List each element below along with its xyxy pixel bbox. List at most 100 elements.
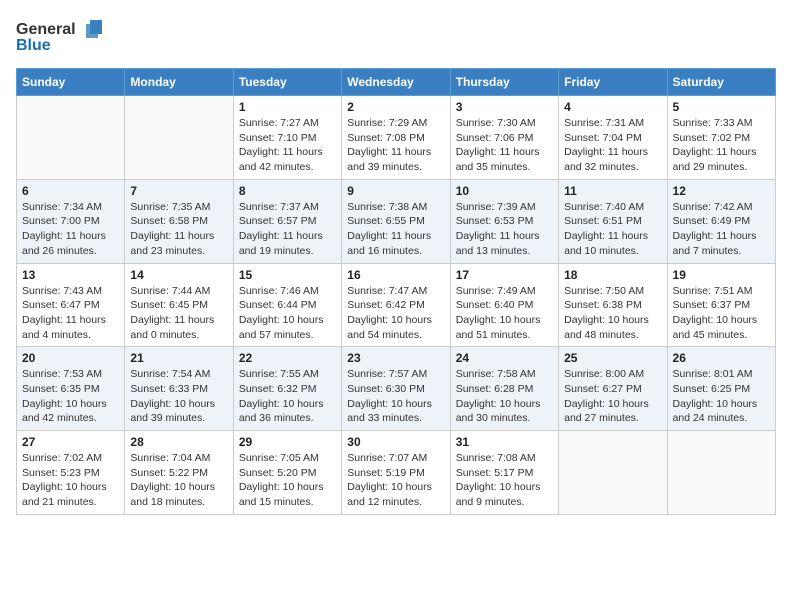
day-cell: 10 Sunrise: 7:39 AMSunset: 6:53 PMDayligh…	[450, 179, 558, 263]
day-info: Sunrise: 7:46 AMSunset: 6:44 PMDaylight:…	[239, 284, 336, 343]
logo-icon: General Blue	[16, 16, 106, 56]
day-number: 24	[456, 351, 553, 365]
day-info: Sunrise: 7:53 AMSunset: 6:35 PMDaylight:…	[22, 367, 119, 426]
day-number: 23	[347, 351, 444, 365]
day-number: 21	[130, 351, 227, 365]
day-number: 18	[564, 268, 661, 282]
day-cell: 2 Sunrise: 7:29 AMSunset: 7:08 PMDaylight…	[342, 96, 450, 180]
day-number: 7	[130, 184, 227, 198]
week-row-3: 13 Sunrise: 7:43 AMSunset: 6:47 PMDayligh…	[17, 263, 776, 347]
day-number: 12	[673, 184, 770, 198]
day-number: 16	[347, 268, 444, 282]
day-cell	[17, 96, 125, 180]
day-cell: 25Sunrise: 8:00 AMSunset: 6:27 PMDayligh…	[559, 347, 667, 431]
calendar-table: SundayMondayTuesdayWednesdayThursdayFrid…	[16, 68, 776, 515]
day-info: Sunrise: 7:50 AMSunset: 6:38 PMDaylight:…	[564, 284, 661, 343]
day-cell: 28Sunrise: 7:04 AMSunset: 5:22 PMDayligh…	[125, 431, 233, 515]
calendar-body: 1 Sunrise: 7:27 AMSunset: 7:10 PMDaylight…	[17, 96, 776, 515]
week-row-1: 1 Sunrise: 7:27 AMSunset: 7:10 PMDaylight…	[17, 96, 776, 180]
day-info: Sunrise: 8:01 AMSunset: 6:25 PMDaylight:…	[673, 367, 770, 426]
day-cell: 19Sunrise: 7:51 AMSunset: 6:37 PMDayligh…	[667, 263, 775, 347]
day-info: Sunrise: 7:49 AMSunset: 6:40 PMDaylight:…	[456, 284, 553, 343]
column-header-monday: Monday	[125, 69, 233, 96]
day-cell: 11 Sunrise: 7:40 AMSunset: 6:51 PMDayligh…	[559, 179, 667, 263]
day-info: Sunrise: 7:02 AMSunset: 5:23 PMDaylight:…	[22, 451, 119, 510]
day-info: Sunrise: 7:42 AMSunset: 6:49 PMDaylight:…	[673, 200, 770, 259]
day-cell: 27 Sunrise: 7:02 AMSunset: 5:23 PMDayligh…	[17, 431, 125, 515]
week-row-5: 27 Sunrise: 7:02 AMSunset: 5:23 PMDayligh…	[17, 431, 776, 515]
day-info: Sunrise: 7:34 AMSunset: 7:00 PMDaylight:…	[22, 200, 119, 259]
day-number: 29	[239, 435, 336, 449]
day-info: Sunrise: 7:31 AMSunset: 7:04 PMDaylight:…	[564, 116, 661, 175]
column-header-sunday: Sunday	[17, 69, 125, 96]
day-cell: 14 Sunrise: 7:44 AMSunset: 6:45 PMDayligh…	[125, 263, 233, 347]
column-header-tuesday: Tuesday	[233, 69, 341, 96]
day-cell: 5 Sunrise: 7:33 AMSunset: 7:02 PMDaylight…	[667, 96, 775, 180]
svg-text:General: General	[16, 21, 76, 38]
day-info: Sunrise: 7:07 AMSunset: 5:19 PMDaylight:…	[347, 451, 444, 510]
day-number: 14	[130, 268, 227, 282]
day-number: 13	[22, 268, 119, 282]
column-header-thursday: Thursday	[450, 69, 558, 96]
day-number: 26	[673, 351, 770, 365]
column-header-friday: Friday	[559, 69, 667, 96]
day-number: 30	[347, 435, 444, 449]
day-cell: 9Sunrise: 7:38 AMSunset: 6:55 PMDaylight…	[342, 179, 450, 263]
day-number: 11	[564, 184, 661, 198]
day-cell: 4 Sunrise: 7:31 AMSunset: 7:04 PMDaylight…	[559, 96, 667, 180]
day-cell	[125, 96, 233, 180]
day-number: 2	[347, 100, 444, 114]
week-row-4: 20 Sunrise: 7:53 AMSunset: 6:35 PMDayligh…	[17, 347, 776, 431]
day-number: 3	[456, 100, 553, 114]
day-info: Sunrise: 7:40 AMSunset: 6:51 PMDaylight:…	[564, 200, 661, 259]
day-info: Sunrise: 7:47 AMSunset: 6:42 PMDaylight:…	[347, 284, 444, 343]
day-number: 10	[456, 184, 553, 198]
day-cell: 26 Sunrise: 8:01 AMSunset: 6:25 PMDayligh…	[667, 347, 775, 431]
day-number: 1	[239, 100, 336, 114]
day-cell: 24Sunrise: 7:58 AMSunset: 6:28 PMDayligh…	[450, 347, 558, 431]
day-info: Sunrise: 7:05 AMSunset: 5:20 PMDaylight:…	[239, 451, 336, 510]
day-info: Sunrise: 7:55 AMSunset: 6:32 PMDaylight:…	[239, 367, 336, 426]
day-cell: 6 Sunrise: 7:34 AMSunset: 7:00 PMDaylight…	[17, 179, 125, 263]
day-cell: 20 Sunrise: 7:53 AMSunset: 6:35 PMDayligh…	[17, 347, 125, 431]
day-cell: 18 Sunrise: 7:50 AMSunset: 6:38 PMDayligh…	[559, 263, 667, 347]
day-info: Sunrise: 7:35 AMSunset: 6:58 PMDaylight:…	[130, 200, 227, 259]
day-number: 5	[673, 100, 770, 114]
day-number: 4	[564, 100, 661, 114]
week-row-2: 6 Sunrise: 7:34 AMSunset: 7:00 PMDaylight…	[17, 179, 776, 263]
day-info: Sunrise: 7:51 AMSunset: 6:37 PMDaylight:…	[673, 284, 770, 343]
day-info: Sunrise: 7:27 AMSunset: 7:10 PMDaylight:…	[239, 116, 336, 175]
page-header: General Blue	[16, 16, 776, 56]
column-header-wednesday: Wednesday	[342, 69, 450, 96]
day-number: 27	[22, 435, 119, 449]
day-cell: 29 Sunrise: 7:05 AMSunset: 5:20 PMDayligh…	[233, 431, 341, 515]
day-info: Sunrise: 7:33 AMSunset: 7:02 PMDaylight:…	[673, 116, 770, 175]
day-cell: 23Sunrise: 7:57 AMSunset: 6:30 PMDayligh…	[342, 347, 450, 431]
day-info: Sunrise: 7:30 AMSunset: 7:06 PMDaylight:…	[456, 116, 553, 175]
day-info: Sunrise: 7:44 AMSunset: 6:45 PMDaylight:…	[130, 284, 227, 343]
day-cell: 30 Sunrise: 7:07 AMSunset: 5:19 PMDayligh…	[342, 431, 450, 515]
day-info: Sunrise: 8:00 AMSunset: 6:27 PMDaylight:…	[564, 367, 661, 426]
day-number: 31	[456, 435, 553, 449]
day-cell: 3 Sunrise: 7:30 AMSunset: 7:06 PMDaylight…	[450, 96, 558, 180]
day-info: Sunrise: 7:43 AMSunset: 6:47 PMDaylight:…	[22, 284, 119, 343]
day-number: 22	[239, 351, 336, 365]
day-cell: 17Sunrise: 7:49 AMSunset: 6:40 PMDayligh…	[450, 263, 558, 347]
day-cell: 1 Sunrise: 7:27 AMSunset: 7:10 PMDaylight…	[233, 96, 341, 180]
day-cell: 13 Sunrise: 7:43 AMSunset: 6:47 PMDayligh…	[17, 263, 125, 347]
day-info: Sunrise: 7:54 AMSunset: 6:33 PMDaylight:…	[130, 367, 227, 426]
svg-text:Blue: Blue	[16, 37, 51, 54]
day-info: Sunrise: 7:38 AMSunset: 6:55 PMDaylight:…	[347, 200, 444, 259]
day-cell: 22 Sunrise: 7:55 AMSunset: 6:32 PMDayligh…	[233, 347, 341, 431]
day-number: 6	[22, 184, 119, 198]
day-number: 20	[22, 351, 119, 365]
day-info: Sunrise: 7:08 AMSunset: 5:17 PMDaylight:…	[456, 451, 553, 510]
column-headers: SundayMondayTuesdayWednesdayThursdayFrid…	[17, 69, 776, 96]
day-cell: 8Sunrise: 7:37 AMSunset: 6:57 PMDaylight…	[233, 179, 341, 263]
day-info: Sunrise: 7:39 AMSunset: 6:53 PMDaylight:…	[456, 200, 553, 259]
day-cell: 12 Sunrise: 7:42 AMSunset: 6:49 PMDayligh…	[667, 179, 775, 263]
column-header-saturday: Saturday	[667, 69, 775, 96]
logo: General Blue	[16, 16, 106, 56]
day-number: 8	[239, 184, 336, 198]
day-info: Sunrise: 7:29 AMSunset: 7:08 PMDaylight:…	[347, 116, 444, 175]
